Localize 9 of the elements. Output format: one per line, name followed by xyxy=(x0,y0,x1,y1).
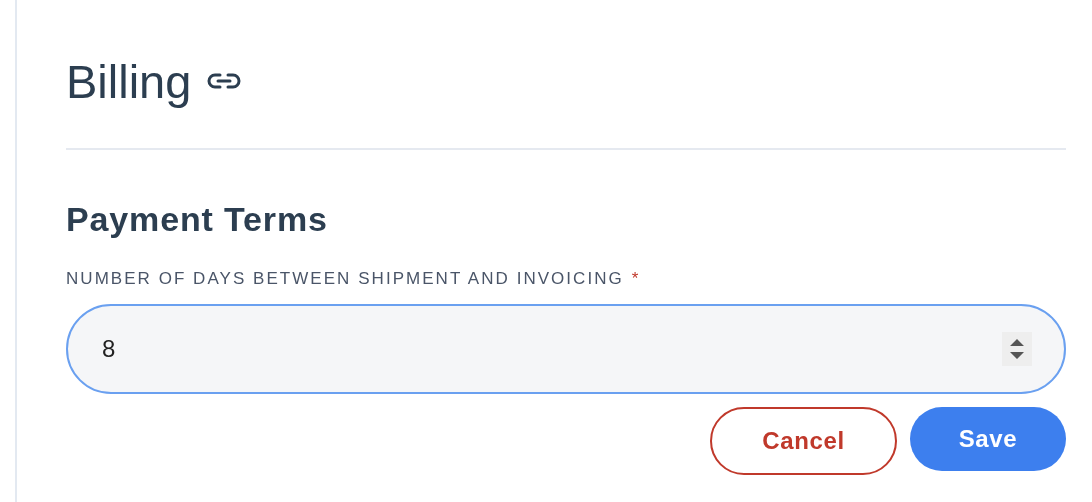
cancel-button[interactable]: Cancel xyxy=(710,406,897,475)
field-label: NUMBER OF DAYS BETWEEN SHIPMENT AND INVOICING xyxy=(66,268,624,290)
section-heading: Payment Terms xyxy=(66,202,329,236)
number-input-field[interactable]: 8 xyxy=(66,303,1066,394)
required-mark: * xyxy=(631,268,641,290)
input-value: 8 xyxy=(102,333,117,364)
spinner-icon[interactable] xyxy=(1002,331,1032,366)
save-button[interactable]: Save xyxy=(910,406,1066,471)
link-icon[interactable] xyxy=(207,72,242,90)
